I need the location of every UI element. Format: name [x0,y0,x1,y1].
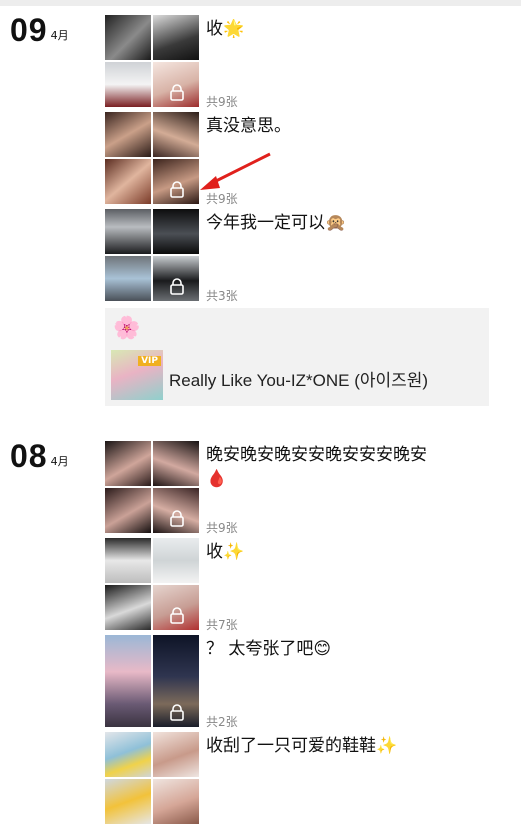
photo-count: 共3张 [206,289,238,303]
photo-thumb[interactable] [105,635,151,727]
date-day: 09 [10,12,48,48]
lock-icon [170,510,184,527]
photo-thumb[interactable] [153,488,199,533]
photo-grid[interactable] [105,15,199,107]
photo-thumb[interactable] [105,15,151,60]
smile-emoji-icon: 😊 [313,639,332,659]
photo-grid[interactable] [105,732,199,824]
photo-thumb[interactable] [105,112,151,157]
top-divider [0,0,521,6]
post-caption: 收刮了一只可爱的鞋鞋✨ [206,736,398,756]
post-caption: 收🌟 [206,19,245,39]
vip-badge: VIP [138,356,161,366]
album-cover[interactable]: VIP [111,350,163,400]
photo-grid[interactable] [105,538,199,630]
photo-count: 共9张 [206,95,238,109]
photo-grid[interactable] [105,441,199,533]
photo-thumb[interactable] [153,779,199,824]
monkey-emoji-icon: 🙊 [325,213,347,233]
star-emoji-icon: 🌟 [223,19,245,39]
blood-drop-emoji-icon: 🩸 [206,469,228,489]
music-share-card[interactable]: 🌸 VIP Really Like You-IZ*ONE (아이즈원) [105,308,489,406]
photo-thumb[interactable] [105,441,151,486]
photo-thumb[interactable] [105,62,151,107]
photo-thumb[interactable] [153,209,199,254]
post-caption: 晚安晚安晚安安晚安安安晚安 🩸 [206,445,427,489]
sparkles-emoji-icon: ✨ [223,542,245,562]
photo-thumb[interactable] [105,488,151,533]
photo-thumb[interactable] [153,15,199,60]
photo-thumb[interactable] [105,732,151,777]
lock-icon [170,181,184,198]
date-month: 4月 [50,455,69,468]
post-caption: ？ 太夸张了吧😊 [206,639,332,659]
photo-thumb[interactable] [153,62,199,107]
lock-icon [170,278,184,295]
sparkles-emoji-icon: ✨ [376,736,398,756]
lock-icon [170,704,184,721]
photo-thumb[interactable] [105,538,151,583]
photo-grid[interactable] [105,112,199,204]
song-title[interactable]: Really Like You-IZ*ONE (아이즈원) [169,366,428,391]
photo-count: 共2张 [206,715,238,729]
photo-count: 共9张 [206,192,238,206]
photo-thumb[interactable] [153,585,199,630]
photo-thumb[interactable] [153,732,199,777]
photo-thumb[interactable] [153,159,199,204]
photo-thumb[interactable] [153,538,199,583]
photo-thumb[interactable] [153,112,199,157]
lock-icon [170,84,184,101]
photo-grid[interactable] [105,635,199,727]
date-label-08: 08 4月 [10,438,69,475]
date-day: 08 [10,438,48,474]
flower-emoji-icon: 🌸 [113,316,141,341]
post-caption: 真没意思。 [206,116,291,136]
photo-count: 共7张 [206,618,238,632]
photo-thumb[interactable] [153,635,199,727]
photo-thumb[interactable] [153,256,199,301]
photo-thumb[interactable] [105,209,151,254]
photo-thumb[interactable] [105,159,151,204]
photo-thumb[interactable] [105,585,151,630]
photo-thumb[interactable] [105,256,151,301]
post-caption: 收✨ [206,542,245,562]
photo-count: 共9张 [206,521,238,535]
lock-icon [170,607,184,624]
photo-thumb[interactable] [105,779,151,824]
post-caption: 今年我一定可以🙊 [206,213,347,233]
date-month: 4月 [50,29,69,42]
date-label-09: 09 4月 [10,12,69,49]
photo-grid[interactable] [105,209,199,301]
photo-thumb[interactable] [153,441,199,486]
